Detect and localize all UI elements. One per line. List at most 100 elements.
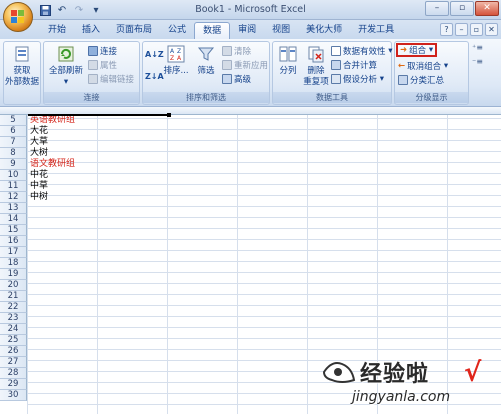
row-header[interactable]: 9 [0,159,27,170]
row-header[interactable]: 23 [0,313,27,324]
sort-dialog-icon: AZZA [166,44,186,64]
office-button[interactable] [3,2,33,32]
row-header[interactable]: 5 [0,115,27,126]
row-header[interactable]: 14 [0,214,27,225]
subtotal-button[interactable]: 分类汇总 [398,74,444,86]
help-icon[interactable]: ? [440,23,453,36]
row-header[interactable]: 29 [0,379,27,390]
maximize-button[interactable]: ▫ [450,1,474,16]
ungroup-arrow-icon: ← [398,61,406,71]
row-header[interactable]: 25 [0,335,27,346]
text-to-columns-label: 分列 [279,66,297,76]
row-header[interactable]: 19 [0,269,27,280]
selection-border [28,114,169,116]
row-header[interactable]: 17 [0,247,27,258]
edit-links-button[interactable]: 编辑链接 [88,73,134,85]
filter-label: 筛选 [197,66,215,76]
filter-button[interactable]: 筛选 [193,44,219,77]
cell-a[interactable]: 中花 [30,170,48,181]
row-header[interactable]: 26 [0,346,27,357]
hide-detail-icon[interactable]: ⁻≡ [472,57,498,71]
sort-button[interactable]: AZZA 排序... [163,44,189,77]
tab-developer[interactable]: 开发工具 [350,22,402,39]
cell-a[interactable]: 大树 [30,148,48,159]
ribbon-restore-icon[interactable]: ▫ [470,23,483,36]
edit-links-label: 编辑链接 [100,75,135,85]
sort-az-button[interactable]: A↓Z [145,48,164,60]
tab-formulas[interactable]: 公式 [160,22,194,39]
advanced-button[interactable]: 高级 [222,73,251,85]
row-header[interactable]: 18 [0,258,27,269]
minimize-button[interactable]: – [425,1,449,16]
cell-a[interactable]: 大花 [30,126,48,137]
ribbon-close-icon[interactable]: ✕ [485,23,498,36]
connections-button[interactable]: 连接 [88,45,117,57]
tab-beautify[interactable]: 美化大师 [298,22,350,39]
group-dropdown-icon: ▾ [426,45,434,55]
data-validation-button[interactable]: 数据有效性 ▾ [331,45,392,57]
remove-duplicates-icon [306,44,326,64]
group-label: 组合 [409,46,427,56]
row-header[interactable]: 21 [0,291,27,302]
tab-data[interactable]: 数据 [194,22,231,39]
cell-a[interactable]: 英语教研组 [30,115,75,126]
sort-az-icon: A↓Z [145,49,164,59]
text-to-columns-button[interactable]: 分列 [275,44,301,77]
clear-icon [222,46,232,56]
reapply-button[interactable]: 重新应用 [222,59,268,71]
window-controls: – ▫ ✕ [425,1,499,16]
external-data-icon [12,44,32,64]
sort-za-button[interactable]: Z↓A [145,70,164,82]
show-detail-icon[interactable]: ⁺≡ [472,43,498,57]
cell-a[interactable]: 大草 [30,137,48,148]
row-header[interactable]: 24 [0,324,27,335]
outline-extra-icons: ⁺≡ ⁻≡ [472,43,498,71]
ribbon: 获取 外部数据 全部刷新 ▾ 连接 属性 编辑链接 连接 A↓Z Z↓A A Z… [0,39,501,107]
filter-funnel-icon [196,44,216,64]
cell-a[interactable]: 中树 [30,192,48,203]
data-tools-group-label: 数据工具 [273,92,391,103]
row-header[interactable]: 27 [0,357,27,368]
row-header[interactable]: 10 [0,170,27,181]
tab-home[interactable]: 开始 [40,22,74,39]
row-header[interactable]: 20 [0,280,27,291]
fill-handle[interactable] [167,113,171,117]
row-header[interactable]: 8 [0,148,27,159]
get-external-label-1: 获取 [13,66,31,76]
close-button[interactable]: ✕ [475,1,499,16]
row-header[interactable]: 6 [0,126,27,137]
row-header[interactable]: 15 [0,225,27,236]
connections-label: 连接 [100,47,118,57]
tab-review[interactable]: 审阅 [230,22,264,39]
tab-page-layout[interactable]: 页面布局 [108,22,160,39]
row-header[interactable]: 30 [0,390,27,401]
row-header[interactable]: 22 [0,302,27,313]
cell-a[interactable]: 语文教研组 [30,159,75,170]
properties-button[interactable]: 属性 [88,59,117,71]
row-header[interactable]: 28 [0,368,27,379]
advanced-filter-icon [222,74,232,84]
subtotal-label: 分类汇总 [410,76,445,86]
consolidate-button[interactable]: 合并计算 [331,59,377,71]
what-if-button[interactable]: 假设分析 ▾ [331,73,384,85]
refresh-all-label: 全部刷新 [48,66,83,76]
row-header[interactable]: 7 [0,137,27,148]
group-button[interactable]: ➜ 组合 ▾ [396,43,438,57]
tab-insert[interactable]: 插入 [74,22,108,39]
title-bar: ↶ ↷ ▾ Book1 - Microsoft Excel – ▫ ✕ [0,0,501,20]
remove-duplicates-button[interactable]: 删除 重复项 [302,44,330,88]
data-validation-label: 数据有效性 [343,47,386,57]
cell-a[interactable]: 中草 [30,181,48,192]
ribbon-tabs: 开始 插入 页面布局 公式 数据 审阅 视图 美化大师 开发工具 [40,22,402,39]
tab-view[interactable]: 视图 [264,22,298,39]
ribbon-tabs-row: 开始 插入 页面布局 公式 数据 审阅 视图 美化大师 开发工具 ? – ▫ ✕ [0,20,501,39]
ribbon-minimize-icon[interactable]: – [455,23,468,36]
clear-button[interactable]: 清除 [222,45,251,57]
get-external-data-button[interactable]: 获取 外部数据 [5,44,39,88]
row-header[interactable]: 11 [0,181,27,192]
row-header[interactable]: 16 [0,236,27,247]
row-header[interactable]: 12 [0,192,27,203]
refresh-all-button[interactable]: 全部刷新 ▾ [46,44,86,88]
ungroup-button[interactable]: ← 取消组合 ▾ [398,60,448,72]
row-header[interactable]: 13 [0,203,27,214]
